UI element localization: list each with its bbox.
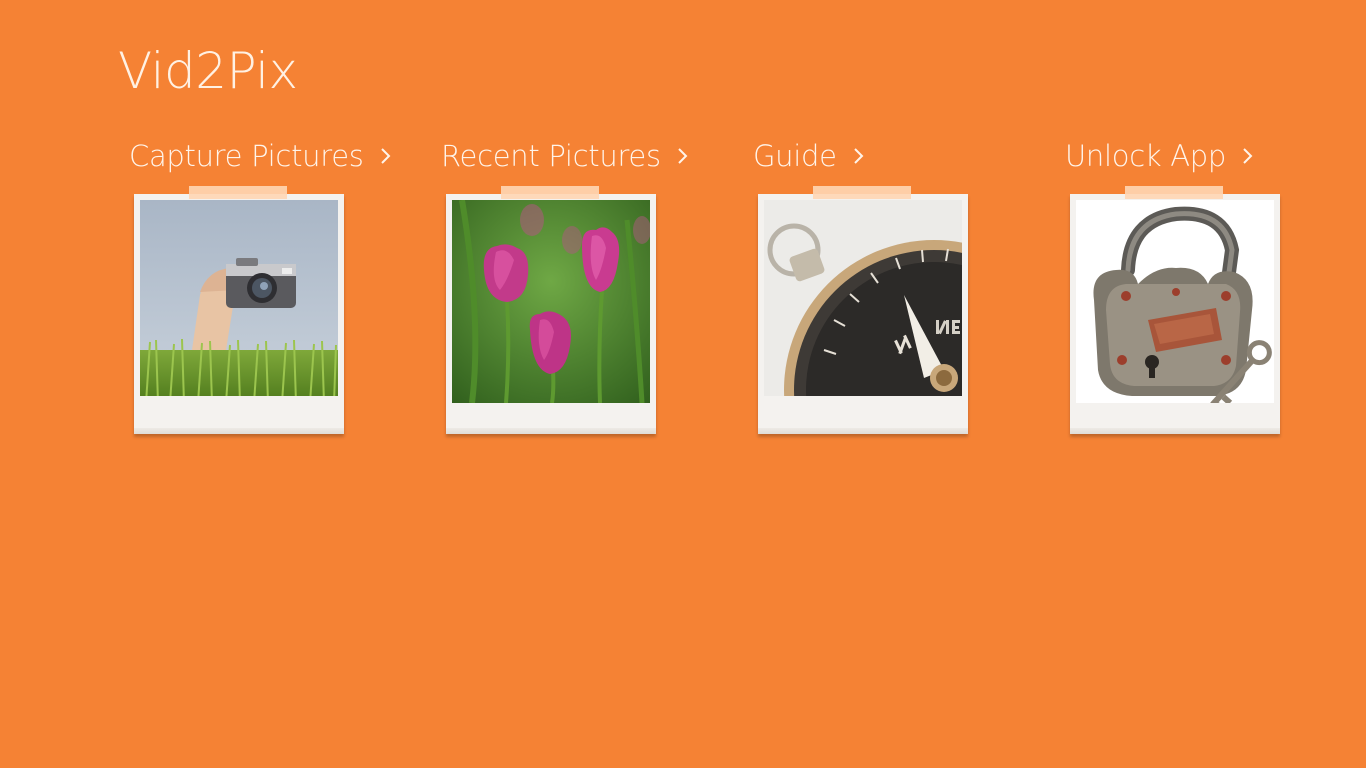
guide-header[interactable]: Guide [753,134,867,178]
guide-label: Guide [753,139,837,173]
section-capture-pictures: Capture Pictures [129,134,409,444]
recent-pictures-tile[interactable] [446,186,656,434]
capture-pictures-label: Capture Pictures [129,139,364,173]
open-padlock-with-key-photo [1076,200,1274,403]
camera-held-above-grass-photo [140,200,338,403]
section-unlock-app: Unlock App [1065,134,1345,444]
section-recent-pictures: Recent Pictures [441,134,721,444]
chevron-right-icon [675,145,691,167]
app-title: Vid2Pix [118,42,298,100]
unlock-app-tile[interactable] [1070,186,1280,434]
unlock-app-header[interactable]: Unlock App [1065,134,1256,178]
capture-pictures-tile[interactable] [134,186,344,434]
chevron-right-icon [851,145,867,167]
compass-photo [764,200,962,403]
capture-pictures-header[interactable]: Capture Pictures [129,134,394,178]
chevron-right-icon [378,145,394,167]
chevron-right-icon [1240,145,1256,167]
tape-strip [1125,186,1223,199]
recent-pictures-label: Recent Pictures [441,139,661,173]
pink-tulips-photo [452,200,650,403]
tape-strip [501,186,599,199]
guide-tile[interactable] [758,186,968,434]
recent-pictures-header[interactable]: Recent Pictures [441,134,691,178]
section-guide: Guide [753,134,1033,444]
tape-strip [813,186,911,199]
tape-strip [189,186,287,199]
unlock-app-label: Unlock App [1065,139,1227,173]
